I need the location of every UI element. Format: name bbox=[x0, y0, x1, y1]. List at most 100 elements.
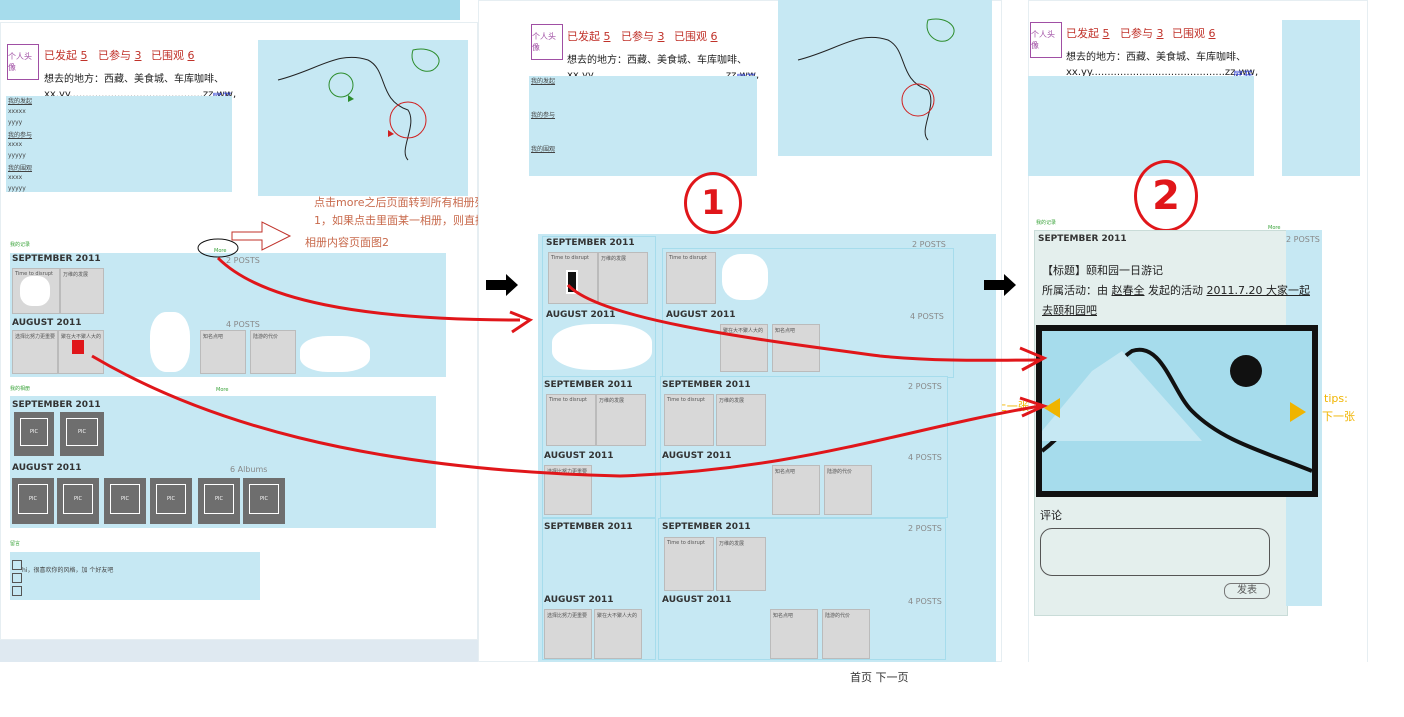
redacted-blob bbox=[552, 324, 652, 370]
wish-line: 想去的地方：西藏、美食城、车库咖啡、 bbox=[1066, 52, 1246, 63]
post-thumb[interactable]: Time to disrupt bbox=[664, 394, 714, 446]
album-cover[interactable]: PIC bbox=[14, 412, 54, 456]
stat-launched[interactable]: 已发起 5 bbox=[44, 47, 88, 63]
pic-placeholder: PIC bbox=[20, 418, 48, 446]
next-photo-icon[interactable] bbox=[1290, 402, 1306, 422]
post-thumb[interactable]: 万维的发展 bbox=[598, 252, 648, 304]
stat-watched[interactable]: 已围观 6 bbox=[151, 47, 195, 63]
month-sept: SEPTEMBER 2011 bbox=[544, 522, 633, 532]
activity-link-2[interactable]: 去颐和园吧 bbox=[1042, 302, 1097, 318]
panel-album-list: 个人头像 已发起 5 已参与 3 已围观 6 想去的地方：西藏、美食城、车库咖啡… bbox=[478, 0, 1002, 662]
post-thumb[interactable]: 聚在大不聚人大的 bbox=[720, 324, 768, 372]
redacted-blob bbox=[722, 254, 768, 300]
map-sketch bbox=[1282, 20, 1360, 176]
post-thumb[interactable]: 万维的发展 bbox=[716, 537, 766, 591]
post-thumb[interactable]: 陆游的代价 bbox=[822, 609, 870, 659]
album-cover[interactable]: PIC bbox=[57, 478, 99, 524]
tips-next-a: tips: bbox=[1324, 392, 1348, 405]
stat-joined[interactable]: 已参与 3 bbox=[1120, 25, 1164, 41]
sidebar-item-6[interactable]: 我的围观 bbox=[8, 163, 32, 172]
note-line-3: 相册内容页面图2 bbox=[305, 236, 389, 249]
month-sept: SEPTEMBER 2011 bbox=[544, 380, 633, 390]
sidebar-item-0[interactable]: 我的发起 bbox=[8, 96, 32, 105]
pagination: 首页 下一页 bbox=[850, 669, 909, 685]
posts-count: 4 POSTS bbox=[910, 312, 944, 321]
photo-sketch bbox=[1040, 347, 1313, 473]
top-banner bbox=[0, 0, 460, 20]
pagination-home[interactable]: 首页 bbox=[850, 671, 872, 684]
comment-input[interactable] bbox=[1040, 528, 1270, 576]
avatar[interactable]: 个人头像 bbox=[531, 24, 563, 60]
detail-month: SEPTEMBER 2011 bbox=[1038, 234, 1127, 244]
activity-user-link[interactable]: 赵春全 bbox=[1112, 284, 1145, 297]
pic-placeholder: PIC bbox=[204, 484, 234, 514]
post-thumb[interactable]: Time to disrupt bbox=[546, 394, 596, 446]
panel-album-detail: 个人头像 已发起 5 已参与 3 已围观 6 想去的地方：西藏、美食城、车库咖啡… bbox=[1002, 0, 1404, 662]
month-aug: AUGUST 2011 bbox=[12, 318, 82, 328]
post-thumb[interactable]: 陆游的代价 bbox=[250, 330, 296, 374]
message-icon bbox=[12, 560, 22, 570]
post-thumb[interactable]: Time to disrupt bbox=[664, 537, 714, 591]
posts-count: 2 POSTS bbox=[908, 524, 942, 533]
album-cover[interactable]: PIC bbox=[12, 478, 54, 524]
album-cover[interactable]: PIC bbox=[243, 478, 285, 524]
stat-watched[interactable]: 已围观 6 bbox=[1172, 25, 1216, 41]
photo-viewer[interactable] bbox=[1036, 325, 1318, 497]
stat-launched[interactable]: 已发起 5 bbox=[567, 28, 611, 44]
avatar[interactable]: 个人头像 bbox=[1030, 22, 1062, 58]
post-thumb[interactable]: 选择比努力更重要 bbox=[544, 609, 592, 659]
album-cover[interactable]: PIC bbox=[60, 412, 104, 456]
album-cover[interactable]: PIC bbox=[104, 478, 146, 524]
month-sept: SEPTEMBER 2011 bbox=[12, 254, 101, 264]
messages-label: 留言 bbox=[10, 541, 21, 547]
sidebar-item-3[interactable]: 我的参与 bbox=[531, 110, 555, 119]
redacted-blob bbox=[300, 336, 370, 372]
post-thumb[interactable]: 知名点吧 bbox=[772, 324, 820, 372]
sidebar-item-3[interactable]: 我的参与 bbox=[8, 130, 32, 139]
month-aug: AUGUST 2011 bbox=[544, 595, 614, 605]
post-thumb[interactable]: 聚在大不聚人大的 bbox=[594, 609, 642, 659]
post-thumb[interactable]: 陆游的代价 bbox=[824, 465, 872, 515]
prev-photo-icon[interactable] bbox=[1044, 398, 1060, 418]
submit-button[interactable]: 发表 bbox=[1224, 583, 1270, 599]
pic-placeholder: PIC bbox=[63, 484, 93, 514]
post-thumb[interactable]: 选择比努力更重要 bbox=[12, 330, 58, 374]
messages-box bbox=[10, 552, 260, 600]
activity-link[interactable]: 2011.7.20 大家一起 bbox=[1207, 284, 1310, 297]
album-cover[interactable]: PIC bbox=[198, 478, 240, 524]
stat-joined[interactable]: 已参与 3 bbox=[98, 47, 142, 63]
post-thumb[interactable]: 万维的发展 bbox=[596, 394, 646, 446]
album-month-aug: AUGUST 2011 bbox=[12, 463, 82, 473]
more-link-albums[interactable]: More bbox=[216, 387, 228, 393]
albums-label: 我的相册 bbox=[10, 386, 31, 392]
post-thumb[interactable]: 知名点吧 bbox=[770, 609, 818, 659]
tips-next-b: 下一张 bbox=[1322, 410, 1355, 423]
pagination-next[interactable]: 下一页 bbox=[876, 671, 909, 684]
sidebar-item-6[interactable]: 我的围观 bbox=[531, 144, 555, 153]
clicked-marker bbox=[72, 340, 84, 354]
selected-album-marker bbox=[566, 270, 578, 294]
records-label: 我的记录 bbox=[1036, 220, 1057, 226]
redacted-blob bbox=[150, 312, 190, 372]
post-thumb[interactable]: 万维的发展 bbox=[60, 268, 104, 314]
post-thumb[interactable]: Time to disrupt bbox=[666, 252, 716, 304]
album-cover[interactable]: PIC bbox=[150, 478, 192, 524]
sidebar-item-0[interactable]: 我的发起 bbox=[531, 76, 555, 85]
stat-joined[interactable]: 已参与 3 bbox=[621, 28, 665, 44]
note-line-1: 点击more之后页面转到所有相册列表图 bbox=[314, 196, 478, 209]
month-sept: SEPTEMBER 2011 bbox=[662, 380, 751, 390]
stat-watched[interactable]: 已围观 6 bbox=[674, 28, 718, 44]
post-thumb[interactable]: 知名点吧 bbox=[772, 465, 820, 515]
sidebar-item-4: xxxx bbox=[8, 141, 23, 148]
sidebar-item-7: xxxx bbox=[8, 174, 23, 181]
pic-placeholder: PIC bbox=[249, 484, 279, 514]
sidebar-bg bbox=[529, 76, 757, 176]
avatar[interactable]: 个人头像 bbox=[7, 44, 39, 80]
pic-placeholder: PIC bbox=[110, 484, 140, 514]
album-month-sept: SEPTEMBER 2011 bbox=[12, 400, 101, 410]
post-thumb[interactable]: 选择比努力更重要 bbox=[544, 465, 592, 515]
sidebar-item-2: yyyy bbox=[8, 119, 23, 126]
post-thumb[interactable]: 知名点吧 bbox=[200, 330, 246, 374]
stat-launched[interactable]: 已发起 5 bbox=[1066, 25, 1110, 41]
post-thumb[interactable]: 万维的发展 bbox=[716, 394, 766, 446]
